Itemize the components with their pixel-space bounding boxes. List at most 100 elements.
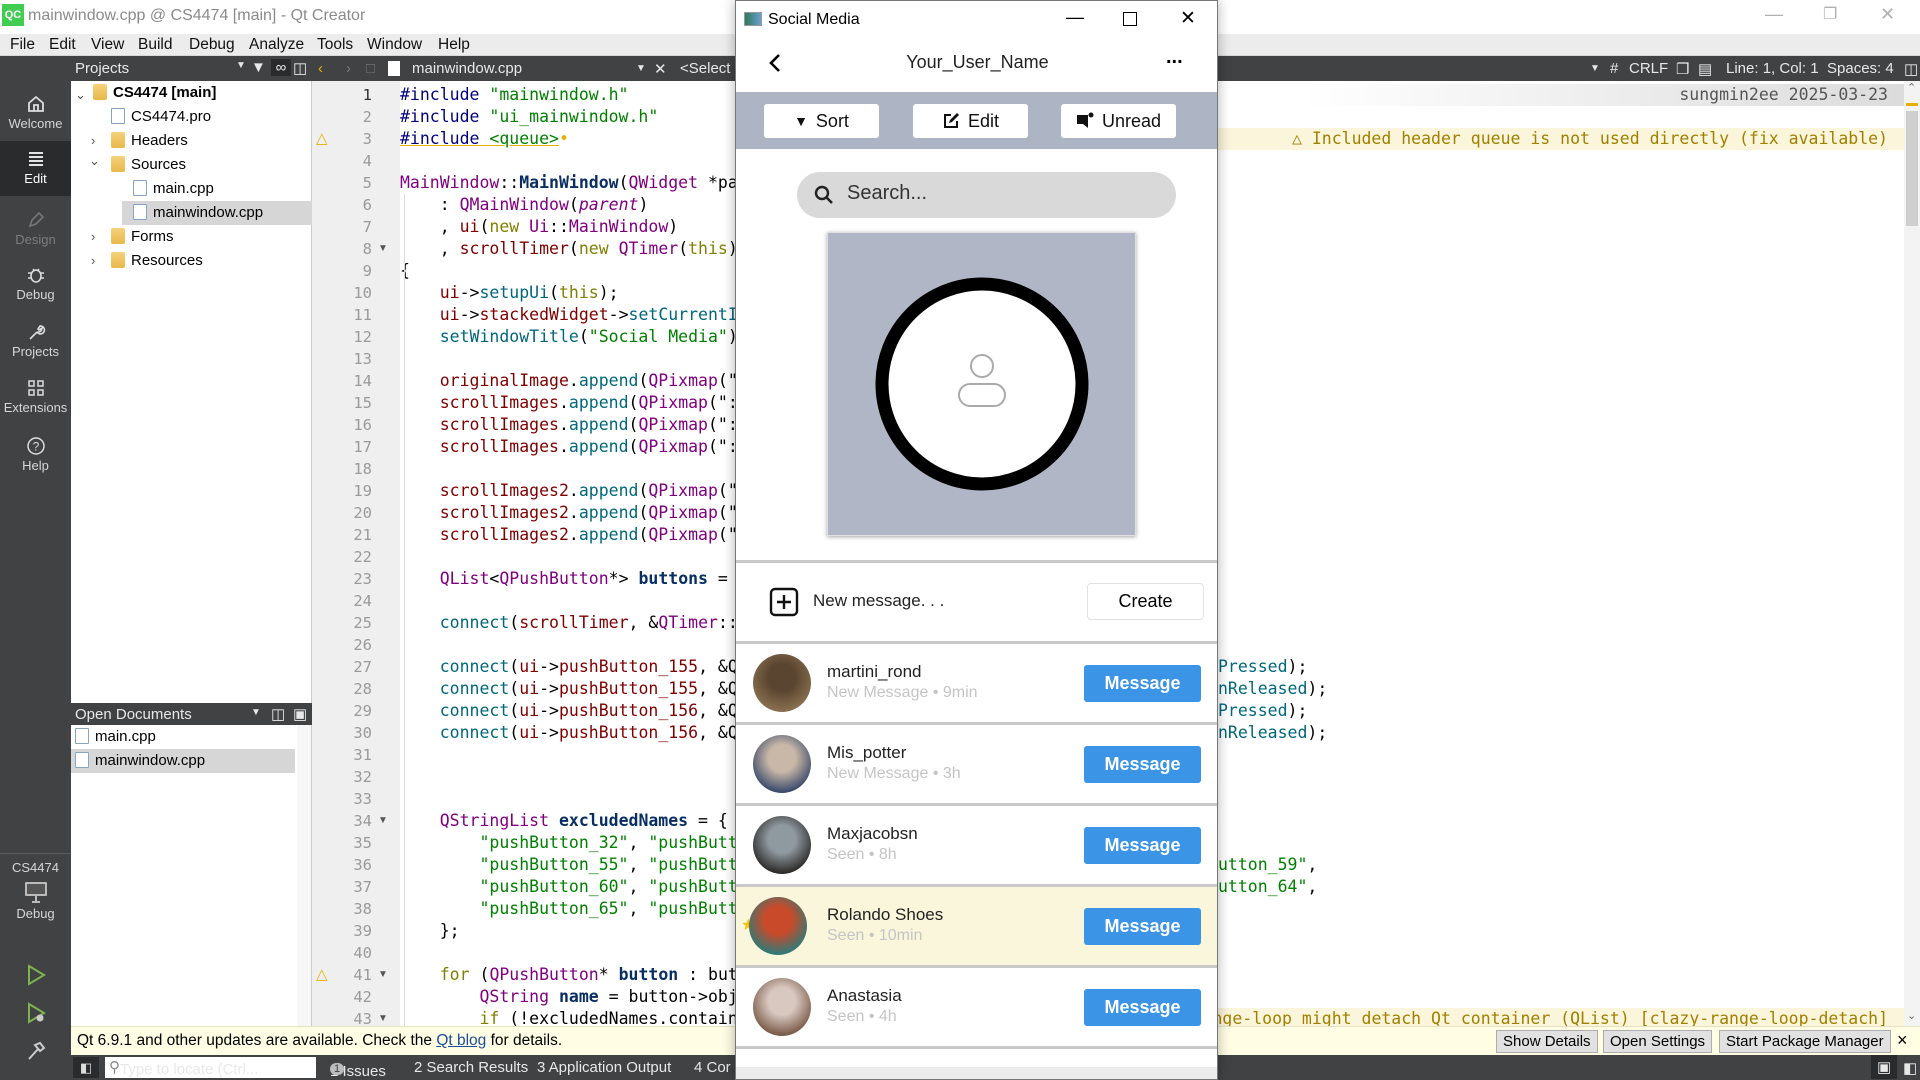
message-button[interactable]: Message	[1084, 908, 1201, 945]
projects-panel-title[interactable]: Projects	[75, 60, 129, 77]
cursor-position[interactable]: Line: 1, Col: 1	[1726, 60, 1819, 77]
mode-projects[interactable]: Projects	[0, 318, 71, 364]
message-button[interactable]: Message	[1084, 989, 1201, 1026]
warning-annotation[interactable]: △ Included header queue is not used dire…	[1292, 128, 1888, 150]
close-panel-icon[interactable]: ▣	[293, 705, 307, 723]
hash-label[interactable]: #	[1610, 60, 1618, 77]
kit-selector[interactable]: Debug	[0, 880, 71, 930]
split-icon[interactable]: ◫	[293, 59, 307, 77]
mode-extensions[interactable]: Extensions	[0, 374, 71, 420]
qt-blog-link[interactable]: Qt blog	[436, 1032, 486, 1049]
close-icon[interactable]: ✕	[1180, 7, 1196, 30]
menu-view[interactable]: View	[91, 36, 124, 54]
tree-item-mainwindow-cpp[interactable]: mainwindow.cpp	[122, 201, 312, 225]
current-file[interactable]: mainwindow.cpp	[412, 60, 522, 77]
menu-analyze[interactable]: Analyze	[249, 36, 304, 54]
mode-help[interactable]: ? Help	[0, 432, 71, 478]
show-details-button[interactable]: Show Details	[1496, 1030, 1598, 1053]
indentation[interactable]: Spaces: 4	[1827, 60, 1894, 77]
tree-item-sources[interactable]: Sources	[111, 153, 186, 177]
avatar[interactable]	[753, 816, 811, 874]
avatar[interactable]	[753, 654, 811, 712]
locator-input[interactable]: ⚲ Type to locate (Ctrl...	[105, 1057, 316, 1078]
line-ending[interactable]: CRLF	[1629, 60, 1668, 77]
warning-icon[interactable]: △	[316, 965, 328, 983]
mode-welcome[interactable]: Welcome	[0, 90, 71, 136]
tree-item-project[interactable]: CS4474 [main]	[93, 81, 216, 105]
minimize-icon[interactable]: —	[1765, 4, 1783, 25]
encoding-icon[interactable]: ❐	[1676, 60, 1689, 78]
profile-picture-card[interactable]	[827, 232, 1136, 536]
run-button[interactable]	[0, 964, 71, 988]
chevron-down-icon[interactable]: ▼	[1590, 63, 1600, 74]
tree-item-forms[interactable]: Forms	[111, 225, 174, 249]
avatar[interactable]	[749, 897, 807, 955]
avatar[interactable]	[753, 735, 811, 793]
document-icon[interactable]: ▤	[1698, 60, 1712, 78]
lock-icon[interactable]: □	[366, 60, 375, 77]
minimize-icon[interactable]: —	[1066, 7, 1084, 28]
warning-annotation[interactable]: ange-loop might detach Qt container (QLi…	[1203, 1008, 1888, 1026]
back-icon[interactable]: ‹	[318, 60, 323, 77]
fold-arrow-icon[interactable]: ▼	[378, 815, 388, 826]
message-button[interactable]: Message	[1084, 665, 1201, 702]
chevron-down-icon[interactable]: ⌄	[89, 153, 100, 169]
message-button[interactable]: Message	[1084, 827, 1201, 864]
tab-search-results[interactable]: 2 Search Results	[414, 1059, 528, 1076]
tree-item-pro[interactable]: CS4474.pro	[111, 105, 211, 129]
toggle-sidebar-icon[interactable]: ◧	[73, 1057, 99, 1078]
close-info-bar-button[interactable]: ×	[1897, 1030, 1908, 1051]
menu-tools[interactable]: Tools	[317, 36, 353, 54]
message-button[interactable]: Message	[1084, 746, 1201, 783]
more-options-icon[interactable]: ...	[1166, 46, 1183, 69]
open-settings-button[interactable]: Open Settings	[1603, 1030, 1713, 1053]
scroll-thumb[interactable]	[1906, 111, 1918, 226]
fold-arrow-icon[interactable]: ▼	[378, 243, 388, 254]
scrollbar[interactable]	[297, 725, 311, 1026]
tree-item-main-cpp[interactable]: main.cpp	[127, 177, 312, 201]
split-icon[interactable]: ◫	[1904, 60, 1918, 78]
search-input[interactable]: Search...	[797, 172, 1176, 218]
tree-item-resources[interactable]: Resources	[111, 249, 203, 273]
fold-arrow-icon[interactable]: ▼	[378, 1013, 388, 1024]
menu-build[interactable]: Build	[138, 36, 172, 54]
edit-button[interactable]: Edit	[913, 104, 1028, 138]
link-icon[interactable]: ∞	[271, 59, 291, 76]
menu-edit[interactable]: Edit	[49, 36, 76, 54]
open-doc-item[interactable]: mainwindow.cpp	[71, 749, 295, 773]
mode-debug[interactable]: Debug	[0, 261, 71, 307]
output-panel-icon[interactable]: ▣	[1871, 1055, 1898, 1079]
right-sidebar-icon[interactable]: ◧	[1903, 1059, 1917, 1077]
chevron-down-icon[interactable]: ▼	[236, 60, 246, 71]
forward-icon[interactable]: ›	[346, 60, 351, 77]
chevron-down-icon[interactable]: ▼	[636, 63, 646, 74]
create-button[interactable]: Create	[1087, 583, 1204, 620]
mode-design[interactable]: Design	[0, 206, 71, 252]
chevron-down-icon[interactable]: ⌄	[75, 87, 86, 103]
close-file-icon[interactable]: ✕	[654, 60, 667, 78]
close-icon[interactable]: ✕	[1880, 4, 1895, 25]
chevron-right-icon[interactable]: ›	[91, 133, 95, 148]
avatar[interactable]	[753, 978, 811, 1036]
chevron-right-icon[interactable]: ›	[91, 253, 95, 268]
contact-row[interactable]: Maxjacobsn Seen • 8h Message	[736, 806, 1217, 884]
tab-compile-output[interactable]: 4 Cor	[694, 1059, 731, 1076]
lightbulb-icon[interactable]: •	[559, 129, 569, 148]
open-doc-item[interactable]: main.cpp	[75, 725, 295, 749]
add-square-icon[interactable]	[769, 587, 799, 617]
open-documents-title[interactable]: Open Documents	[75, 706, 192, 723]
warning-icon[interactable]: △	[316, 129, 328, 147]
tab-application-output[interactable]: 3 Application Output	[537, 1059, 671, 1076]
mode-edit[interactable]: Edit	[0, 141, 71, 196]
tree-item-headers[interactable]: Headers	[111, 129, 188, 153]
menu-file[interactable]: File	[10, 36, 35, 54]
restore-icon[interactable]: ❐	[1823, 4, 1837, 24]
scroll-up-icon[interactable]: ⌃	[1907, 81, 1916, 94]
build-button[interactable]	[0, 1040, 71, 1064]
filter-icon[interactable]: ▼	[251, 59, 266, 76]
scroll-down-icon[interactable]: ⌄	[1907, 1009, 1916, 1022]
contact-row[interactable]: Anastasia Seen • 4h Message	[736, 968, 1217, 1046]
menu-debug[interactable]: Debug	[189, 36, 235, 54]
maximize-icon[interactable]	[1123, 12, 1137, 26]
debug-run-button[interactable]	[0, 1002, 71, 1026]
